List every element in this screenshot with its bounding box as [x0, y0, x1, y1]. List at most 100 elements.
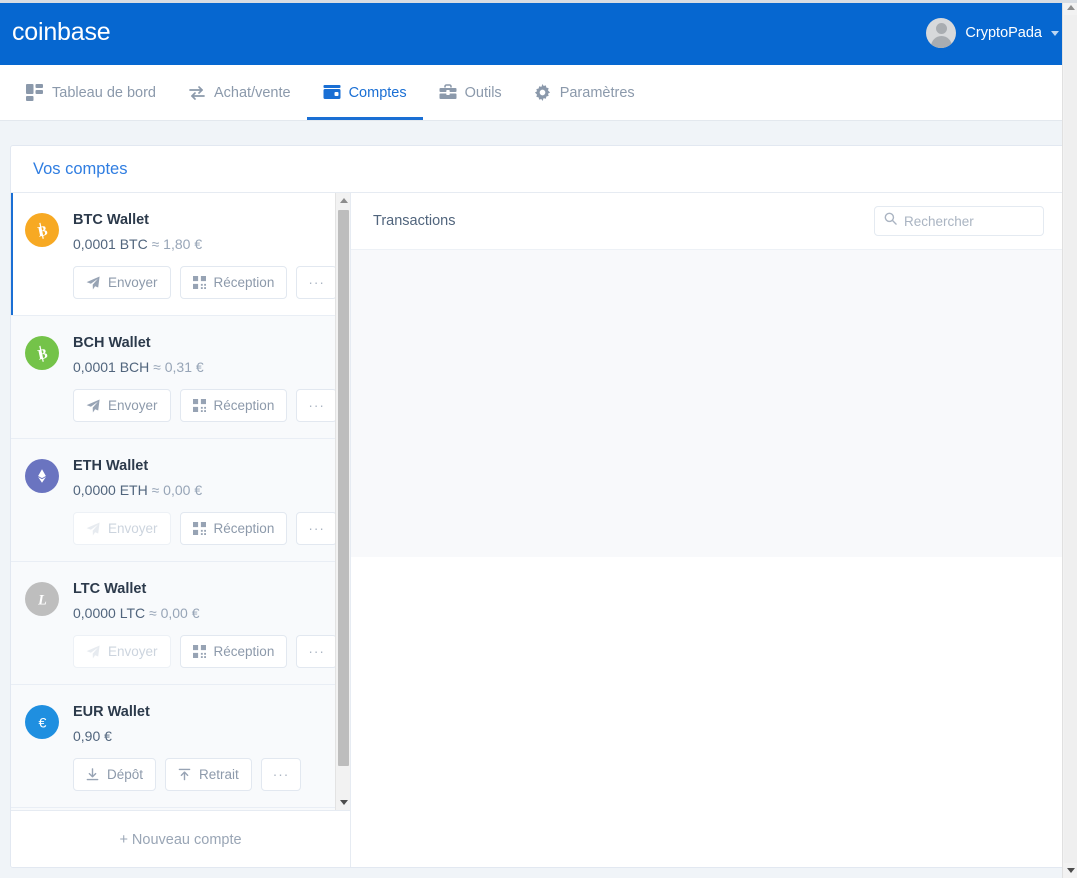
main-nav: Tableau de bord Achat/vente Comptes Outi… [0, 65, 1077, 121]
wallet-actions: Dépôt Retrait ··· [73, 758, 341, 791]
download-arrow-icon [86, 768, 99, 781]
transactions-lower-area [351, 557, 1066, 867]
button-label: Envoyer [108, 644, 158, 659]
button-label: Réception [213, 275, 275, 290]
svg-text:L: L [37, 592, 47, 608]
wallet-balance: 0,0001 BCH ≈ 0,31 € [73, 359, 204, 375]
wallet-more-button[interactable]: ··· [296, 635, 337, 668]
wallet-name: EUR Wallet [73, 704, 150, 720]
app-root: coinbase CryptoPada Tableau de bord Acha… [0, 0, 1077, 878]
chevron-down-icon [1051, 31, 1059, 36]
button-label: Réception [213, 521, 275, 536]
coinbase-logo[interactable]: coinbase [12, 18, 111, 47]
send-paper-plane-icon [86, 276, 100, 290]
avatar-body-icon [930, 35, 952, 48]
wallet-row[interactable]: B BCH Wallet 0,0001 BCH ≈ 0,31 € Envoyer Réc… [11, 316, 341, 439]
toolbox-icon [439, 84, 457, 101]
wallet-amount: 0,90 € [73, 728, 112, 744]
nav-item-comptes[interactable]: Comptes [306, 65, 423, 120]
wallets-scroll-area: B BTC Wallet 0,0001 BTC ≈ 1,80 € Envoyer Réc… [11, 193, 350, 810]
page-title: Vos comptes [33, 159, 128, 178]
wallet-name: BCH Wallet [73, 335, 151, 351]
wallets-scrollbar[interactable] [335, 193, 350, 810]
exchange-arrows-icon [188, 84, 205, 101]
wallet-actions: Envoyer Réception ··· [73, 512, 341, 545]
button-label: ··· [308, 398, 325, 413]
wallet-rception-button[interactable]: Réception [179, 635, 288, 668]
button-label: Envoyer [108, 275, 158, 290]
button-label: ··· [308, 521, 325, 536]
wallet-actions: Envoyer Réception ··· [73, 635, 341, 668]
wallet-rception-button[interactable]: Réception [179, 512, 288, 545]
wallet-icon [323, 84, 341, 101]
svg-text:€: € [38, 715, 46, 731]
nav-item-tableau-de-bord[interactable]: Tableau de bord [10, 65, 172, 120]
wallet-more-button[interactable]: ··· [296, 266, 337, 299]
wallet-more-button[interactable]: ··· [260, 758, 302, 791]
scroll-up-arrow-icon[interactable] [336, 193, 350, 208]
avatar-head-icon [935, 22, 947, 34]
page-scrollbar-thumb[interactable] [1064, 15, 1077, 863]
nav-label: Outils [464, 84, 502, 101]
gear-icon [534, 84, 551, 101]
scroll-down-arrow-icon[interactable] [336, 795, 350, 810]
wallet-row[interactable]: € EUR Wallet 0,90 € Dépôt Retrait ··· [11, 685, 341, 808]
wallet-envoyer-button: Envoyer [73, 512, 171, 545]
wallets-column: B BTC Wallet 0,0001 BTC ≈ 1,80 € Envoyer Réc… [11, 193, 351, 867]
wallet-rception-button[interactable]: Réception [179, 389, 288, 422]
search-box[interactable] [874, 206, 1044, 236]
qr-code-icon [192, 276, 206, 289]
user-menu[interactable]: CryptoPada [926, 17, 1059, 48]
wallet-amount: 0,0001 BCH [73, 359, 150, 375]
wallet-envoyer-button[interactable]: Envoyer [73, 266, 171, 299]
nav-label: Achat/vente [214, 84, 291, 101]
wallet-name: BTC Wallet [73, 212, 149, 228]
wallet-actions: Envoyer Réception ··· [73, 266, 341, 299]
wallet-row[interactable]: ETH Wallet 0,0000 ETH ≈ 0,00 € Envoyer Réce… [11, 439, 341, 562]
nav-item-parametres[interactable]: Paramètres [518, 65, 651, 120]
button-label: ··· [308, 275, 325, 290]
upload-arrow-icon [178, 768, 191, 781]
accounts-card-body: B BTC Wallet 0,0001 BTC ≈ 1,80 € Envoyer Réc… [11, 193, 1066, 867]
wallet-more-button[interactable]: ··· [296, 512, 337, 545]
nav-label: Paramètres [559, 84, 635, 101]
wallet-retrait-button[interactable]: Retrait [165, 758, 252, 791]
wallet-balance: 0,0001 BTC ≈ 1,80 € [73, 236, 203, 252]
top-header-bar: coinbase CryptoPada [0, 0, 1077, 65]
euro-icon: € [25, 705, 59, 739]
button-label: Réception [213, 644, 275, 659]
button-label: ··· [308, 644, 325, 659]
button-label: ··· [272, 767, 290, 782]
ethereum-icon [25, 459, 59, 493]
wallet-dpt-button[interactable]: Dépôt [73, 758, 157, 791]
scrollbar-thumb[interactable] [338, 210, 349, 766]
search-icon [884, 212, 897, 230]
wallet-amount: 0,0000 LTC [73, 605, 146, 621]
nav-label: Comptes [348, 84, 407, 101]
dashboard-grid-icon [26, 84, 43, 101]
wallet-more-button[interactable]: ··· [296, 389, 337, 422]
wallet-name: ETH Wallet [73, 458, 149, 474]
window-top-edge [0, 0, 1077, 3]
search-input[interactable] [904, 213, 1024, 229]
page-scroll-down-arrow-icon[interactable] [1063, 863, 1077, 878]
bitcoin-cash-icon: B [25, 336, 59, 370]
qr-code-icon [192, 522, 206, 535]
page-scrollbar[interactable] [1062, 0, 1077, 878]
wallet-row[interactable]: B BTC Wallet 0,0001 BTC ≈ 1,80 € Envoyer Réc… [11, 193, 341, 316]
new-account-button[interactable]: + Nouveau compte [11, 810, 350, 867]
nav-item-achat-vente[interactable]: Achat/vente [172, 65, 307, 120]
wallet-amount: 0,0001 BTC [73, 236, 148, 252]
wallet-envoyer-button[interactable]: Envoyer [73, 389, 171, 422]
username-label: CryptoPada [965, 24, 1042, 41]
nav-item-outils[interactable]: Outils [423, 65, 518, 120]
wallet-amount: 0,0000 ETH [73, 482, 148, 498]
qr-code-icon [192, 645, 206, 658]
wallet-envoyer-button: Envoyer [73, 635, 171, 668]
send-paper-plane-icon [86, 645, 100, 659]
transactions-title: Transactions [373, 213, 456, 229]
wallet-row[interactable]: L LTC Wallet 0,0000 LTC ≈ 0,00 € Envoyer Réc… [11, 562, 341, 685]
wallet-rception-button[interactable]: Réception [179, 266, 288, 299]
nav-label: Tableau de bord [52, 84, 156, 101]
avatar [926, 17, 957, 48]
